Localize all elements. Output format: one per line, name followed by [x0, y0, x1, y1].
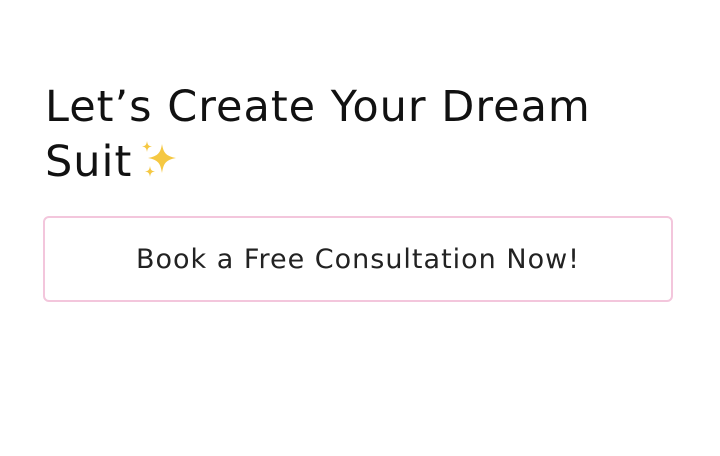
- heading-line-1: Let’s Create Your Dream: [45, 82, 591, 132]
- heading-line-2: Suit: [45, 137, 133, 187]
- book-consultation-button[interactable]: Book a Free Consultation Now!: [43, 216, 673, 302]
- sparkles-icon: [138, 140, 184, 182]
- page-heading: Let’s Create Your Dream Suit: [45, 80, 665, 190]
- book-consultation-label: Book a Free Consultation Now!: [135, 243, 580, 275]
